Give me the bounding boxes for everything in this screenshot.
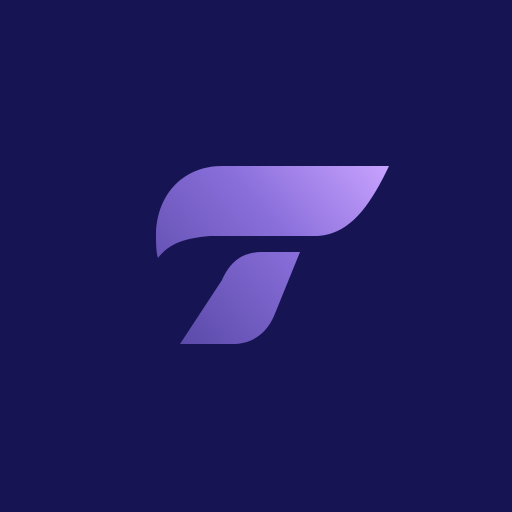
app-icon-canvas bbox=[0, 0, 512, 512]
stylized-t-logo-icon bbox=[0, 0, 512, 512]
